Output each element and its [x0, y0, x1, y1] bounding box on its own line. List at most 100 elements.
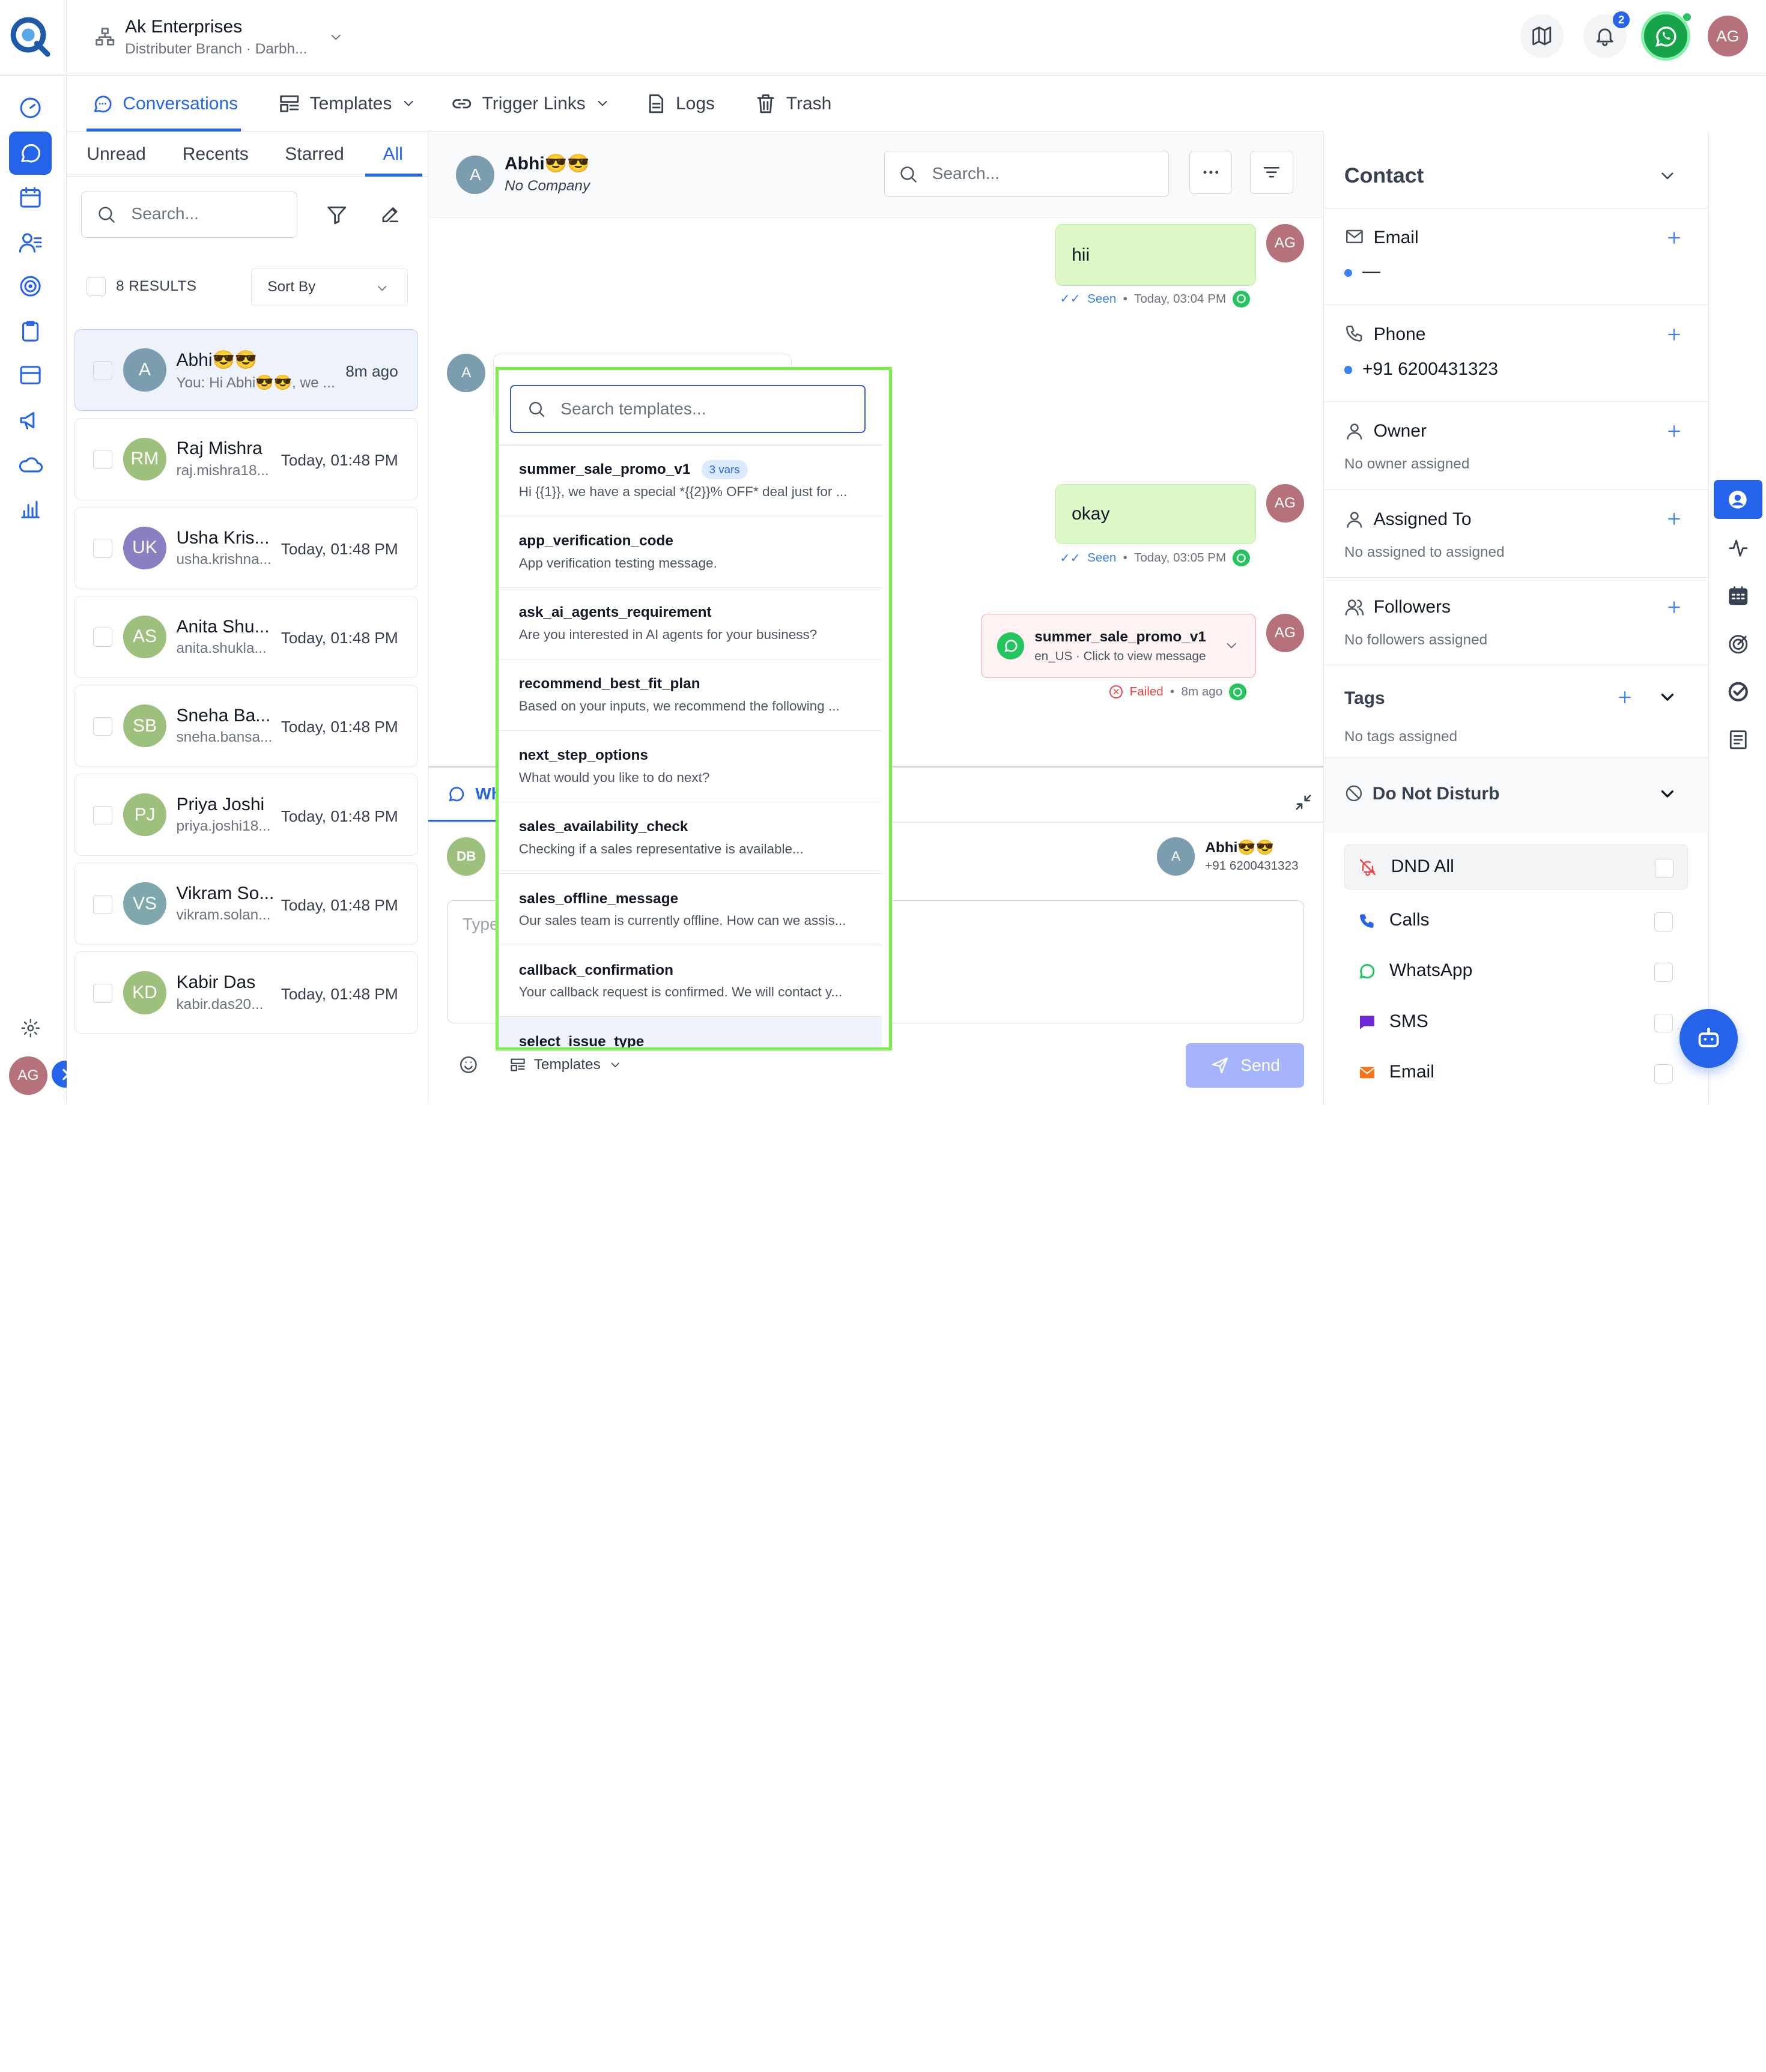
row-checkbox[interactable]	[93, 628, 112, 647]
map-button[interactable]	[1520, 14, 1564, 58]
row-checkbox[interactable]	[93, 805, 112, 825]
template-message-card[interactable]: summer_sale_promo_v1 en_US · Click to vi…	[981, 613, 1256, 678]
row-checkbox[interactable]	[93, 894, 112, 914]
target-icon[interactable]	[1727, 633, 1750, 656]
contacts-icon[interactable]	[18, 230, 43, 255]
org-switcher[interactable]: Ak Enterprises Distributer Branch · Darb…	[91, 14, 350, 64]
tab-templates[interactable]: Templates	[278, 76, 416, 132]
select-all-checkbox[interactable]	[86, 277, 106, 297]
dnd-calls-row[interactable]: Calls	[1344, 898, 1688, 944]
conversation-row[interactable]: VS Vikram So... vikram.solan... Today, 01:4…	[74, 862, 418, 945]
add-assigned-icon[interactable]	[1665, 510, 1683, 528]
target-icon[interactable]	[18, 274, 43, 298]
row-checkbox[interactable]	[93, 716, 112, 736]
filter-tab-all[interactable]: All	[383, 132, 403, 177]
emoji-icon[interactable]	[458, 1055, 479, 1075]
email-value[interactable]: —	[1362, 261, 1380, 282]
tab-trigger-links[interactable]: Trigger Links	[451, 76, 610, 132]
filter-tab-unread[interactable]: Unread	[86, 132, 145, 177]
app-logo[interactable]	[9, 16, 52, 58]
template-option[interactable]: ask_ai_agents_requirement Are you interes…	[499, 589, 882, 660]
check-circle-icon[interactable]	[1727, 680, 1750, 703]
profile-avatar[interactable]: AG	[1707, 16, 1748, 56]
add-owner-icon[interactable]	[1665, 422, 1683, 440]
template-search-input[interactable]: Search templates...	[509, 384, 866, 434]
template-option[interactable]: recommend_best_fit_plan Based on your inp…	[499, 660, 882, 732]
template-option[interactable]: app_verification_code App verification te…	[499, 517, 882, 589]
conversation-time: Today, 01:48 PM	[281, 718, 398, 736]
calendar-icon[interactable]	[1727, 584, 1750, 607]
add-email-icon[interactable]	[1665, 229, 1683, 247]
megaphone-icon[interactable]	[18, 408, 43, 432]
clipboard-icon[interactable]	[18, 319, 43, 344]
conversation-search[interactable]: Search...	[81, 191, 297, 238]
notes-icon[interactable]	[1727, 729, 1750, 751]
inbox-icon[interactable]	[18, 363, 43, 387]
dnd-header[interactable]: Do Not Disturb	[1324, 757, 1708, 832]
send-button[interactable]: Send	[1186, 1043, 1305, 1088]
conversation-row[interactable]: PJ Priya Joshi priya.joshi18... Today, 01:4…	[74, 774, 418, 856]
dashboard-icon[interactable]	[18, 95, 43, 120]
add-tag-icon[interactable]	[1616, 688, 1634, 706]
template-option[interactable]: summer_sale_promo_v1 3 vars Hi {{1}}, we h…	[499, 446, 882, 516]
chevron-down-icon[interactable]	[1224, 638, 1239, 653]
activity-icon[interactable]	[1727, 537, 1750, 560]
contact-name[interactable]: Abhi😎😎	[505, 153, 589, 174]
tab-logs[interactable]: Logs	[645, 76, 715, 132]
template-option[interactable]: select_issue_type	[499, 1017, 882, 1048]
filter-tab-recents[interactable]: Recents	[183, 132, 249, 177]
row-checkbox[interactable]	[93, 539, 112, 559]
dnd-checkbox[interactable]	[1654, 858, 1674, 878]
tab-conversations[interactable]: Conversations	[91, 76, 238, 132]
dnd-whatsapp-row[interactable]: WhatsApp	[1344, 950, 1688, 995]
filter-tab-starred[interactable]: Starred	[285, 132, 344, 177]
chat-search[interactable]: Search...	[884, 151, 1170, 198]
row-checkbox[interactable]	[93, 450, 112, 469]
add-phone-icon[interactable]	[1665, 326, 1683, 344]
dnd-all-row[interactable]: DND All	[1344, 844, 1688, 890]
filter-icon[interactable]	[326, 204, 348, 226]
template-option[interactable]: callback_confirmation Your callback reque…	[499, 946, 882, 1017]
user-icon	[1344, 421, 1365, 441]
compose-icon[interactable]	[380, 204, 401, 225]
calendar-icon[interactable]	[18, 185, 43, 210]
assistant-fab[interactable]	[1679, 1009, 1738, 1068]
add-follower-icon[interactable]	[1665, 598, 1683, 616]
phone-value[interactable]: +91 6200431323	[1362, 359, 1498, 380]
contact-tool-button[interactable]	[1713, 479, 1762, 520]
dnd-checkbox[interactable]	[1654, 963, 1673, 982]
from-avatar[interactable]: DB	[447, 837, 486, 876]
row-checkbox[interactable]	[93, 983, 112, 1003]
sort-dropdown[interactable]: Sort By	[251, 268, 408, 306]
more-options-button[interactable]	[1189, 151, 1233, 194]
message-bubble-outgoing[interactable]: okay	[1055, 484, 1256, 544]
conversation-time: Today, 01:48 PM	[281, 984, 398, 1003]
dnd-checkbox[interactable]	[1654, 1064, 1673, 1083]
dnd-sms-row[interactable]: SMS	[1344, 1000, 1688, 1045]
nav-conversations-active[interactable]	[9, 132, 52, 175]
minimize-icon[interactable]	[1293, 792, 1314, 813]
conversation-row[interactable]: A Abhi😎😎 You: Hi Abhi😎😎, we ... 8m ago	[74, 329, 418, 411]
cloud-icon[interactable]	[18, 453, 43, 477]
template-option[interactable]: next_step_options What would you like to …	[499, 732, 882, 803]
chat-filter-button[interactable]	[1250, 151, 1293, 194]
settings-icon[interactable]	[20, 1018, 41, 1038]
conversation-row[interactable]: AS Anita Shu... anita.shukla... Today, 01:4…	[74, 595, 418, 678]
conversation-row[interactable]: RM Raj Mishra raj.mishra18... Today, 01:48 …	[74, 417, 418, 500]
contact-header[interactable]: Contact	[1324, 143, 1708, 208]
row-checkbox[interactable]	[93, 361, 112, 380]
tab-trash[interactable]: Trash	[754, 76, 831, 132]
conversation-row[interactable]: SB Sneha Ba... sneha.bansa... Today, 01:48 …	[74, 685, 418, 767]
conversation-row[interactable]: KD Kabir Das kabir.das20... Today, 01:48 PM	[74, 951, 418, 1034]
analytics-icon[interactable]	[18, 497, 43, 521]
templates-button[interactable]: Templates	[509, 1053, 622, 1076]
template-option[interactable]: sales_offline_message Our sales team is c…	[499, 874, 882, 946]
chevron-down-icon[interactable]	[1657, 687, 1678, 707]
dnd-checkbox[interactable]	[1654, 912, 1673, 931]
dnd-email-row[interactable]: Email	[1344, 1050, 1688, 1095]
message-bubble-outgoing[interactable]: hii	[1055, 224, 1256, 286]
user-avatar[interactable]: AG	[9, 1056, 47, 1095]
conversation-row[interactable]: UK Usha Kris... usha.krishna... Today, 01:4…	[74, 506, 418, 589]
template-option[interactable]: sales_availability_check Checking if a sa…	[499, 803, 882, 874]
dnd-checkbox[interactable]	[1654, 1013, 1673, 1033]
